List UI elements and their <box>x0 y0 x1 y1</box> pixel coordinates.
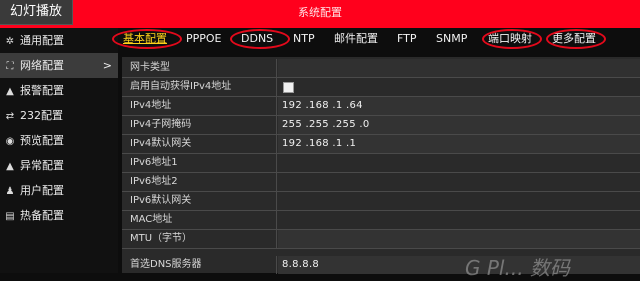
slideshow-button[interactable]: 幻灯播放 <box>0 0 73 25</box>
field-label: IPv4子网掩码 <box>122 116 277 134</box>
ipv6-gateway-field <box>278 192 640 210</box>
row-mac: MAC地址 <box>122 211 640 230</box>
watermark: G Pl... 数码 <box>465 256 570 280</box>
sidebar-item-label: 报警配置 <box>20 84 64 97</box>
chevron-right-icon: > <box>102 59 112 72</box>
preview-icon: ◉ <box>5 136 15 147</box>
field-label: MAC地址 <box>122 211 277 229</box>
mtu-field[interactable] <box>278 230 640 248</box>
hot-spare-icon: ▤ <box>5 211 15 222</box>
serial-icon: ⇄ <box>5 111 15 122</box>
field-label: 启用自动获得IPv4地址 <box>122 78 277 96</box>
row-ipv4-mask: IPv4子网掩码 255 .255 .255 .0 <box>122 116 640 135</box>
user-icon: ♟ <box>5 186 15 197</box>
sidebar-item-alarm[interactable]: ▲ 报警配置 <box>0 78 118 103</box>
sidebar-item-label: 232配置 <box>20 109 63 122</box>
field-label: 首选DNS服务器 <box>122 256 277 274</box>
sidebar-item-general[interactable]: ✲ 通用配置 <box>0 28 118 53</box>
sidebar-item-user[interactable]: ♟ 用户配置 <box>0 178 118 203</box>
sidebar-item-hot-spare[interactable]: ▤ 热备配置 <box>0 203 118 228</box>
sidebar-item-232[interactable]: ⇄ 232配置 <box>0 103 118 128</box>
ipv4-mask-field[interactable]: 255 .255 .255 .0 <box>278 116 640 134</box>
sidebar-item-network[interactable]: ⛶ 网络配置 > <box>0 53 118 78</box>
sidebar-item-label: 预览配置 <box>20 134 64 147</box>
dhcp-checkbox[interactable] <box>283 82 294 93</box>
sidebar-item-preview[interactable]: ◉ 预览配置 <box>0 128 118 153</box>
row-nic-type: 网卡类型 <box>122 59 640 78</box>
network-icon: ⛶ <box>6 61 14 72</box>
tab-ddns[interactable]: DDNS <box>241 28 273 52</box>
field-label: MTU（字节） <box>122 230 277 248</box>
field-label: 网卡类型 <box>122 59 277 77</box>
tab-snmp[interactable]: SNMP <box>436 28 467 52</box>
dns-field[interactable]: 8.8.8.8 <box>278 256 640 274</box>
sidebar-item-label: 网络配置 <box>20 59 64 72</box>
sidebar-item-label: 异常配置 <box>20 159 64 172</box>
field-label: IPv6地址2 <box>122 173 277 191</box>
field-label: IPv4默认网关 <box>122 135 277 153</box>
row-ipv6-gateway: IPv6默认网关 <box>122 192 640 211</box>
network-basic-form: 网卡类型 启用自动获得IPv4地址 IPv4地址 192 .168 .1 .64… <box>122 57 640 274</box>
ipv4-address-field[interactable]: 192 .168 .1 .64 <box>278 97 640 115</box>
sidebar-item-label: 通用配置 <box>20 34 64 47</box>
warning-icon: ▲ <box>6 161 14 172</box>
tab-bar: 基本配置 PPPOE DDNS NTP 邮件配置 FTP SNMP 端口映射 更… <box>112 28 640 52</box>
gear-icon: ✲ <box>5 36 15 47</box>
title-bar <box>0 0 640 28</box>
nic-type-select[interactable] <box>278 59 640 77</box>
sidebar-item-label: 热备配置 <box>20 209 64 222</box>
tab-basic[interactable]: 基本配置 <box>123 28 167 52</box>
sidebar: ✲ 通用配置 ⛶ 网络配置 > ▲ 报警配置 ⇄ 232配置 ◉ 预览配置 ▲ 异常配置 ♟… <box>0 28 118 273</box>
ipv6-address1-field <box>278 154 640 172</box>
tab-port-mapping[interactable]: 端口映射 <box>488 28 532 52</box>
sidebar-item-exception[interactable]: ▲ 异常配置 <box>0 153 118 178</box>
row-ipv4-address: IPv4地址 192 .168 .1 .64 <box>122 97 640 116</box>
ipv4-gateway-field[interactable]: 192 .168 .1 .1 <box>278 135 640 153</box>
tab-pppoe[interactable]: PPPOE <box>186 28 222 52</box>
field-label: IPv6默认网关 <box>122 192 277 210</box>
row-dhcp: 启用自动获得IPv4地址 <box>122 78 640 97</box>
mac-address-field <box>278 211 640 229</box>
ipv6-address2-field <box>278 173 640 191</box>
sidebar-item-label: 用户配置 <box>20 184 64 197</box>
tab-ntp[interactable]: NTP <box>293 28 315 52</box>
field-label: IPv4地址 <box>122 97 277 115</box>
tab-more-settings[interactable]: 更多配置 <box>552 28 596 52</box>
tab-email[interactable]: 邮件配置 <box>334 28 378 52</box>
row-ipv6-address1: IPv6地址1 <box>122 154 640 173</box>
row-ipv6-address2: IPv6地址2 <box>122 173 640 192</box>
field-label: IPv6地址1 <box>122 154 277 172</box>
row-ipv4-gateway: IPv4默认网关 192 .168 .1 .1 <box>122 135 640 154</box>
row-mtu: MTU（字节） <box>122 230 640 249</box>
tab-ftp[interactable]: FTP <box>397 28 417 52</box>
alarm-icon: ▲ <box>6 86 14 97</box>
